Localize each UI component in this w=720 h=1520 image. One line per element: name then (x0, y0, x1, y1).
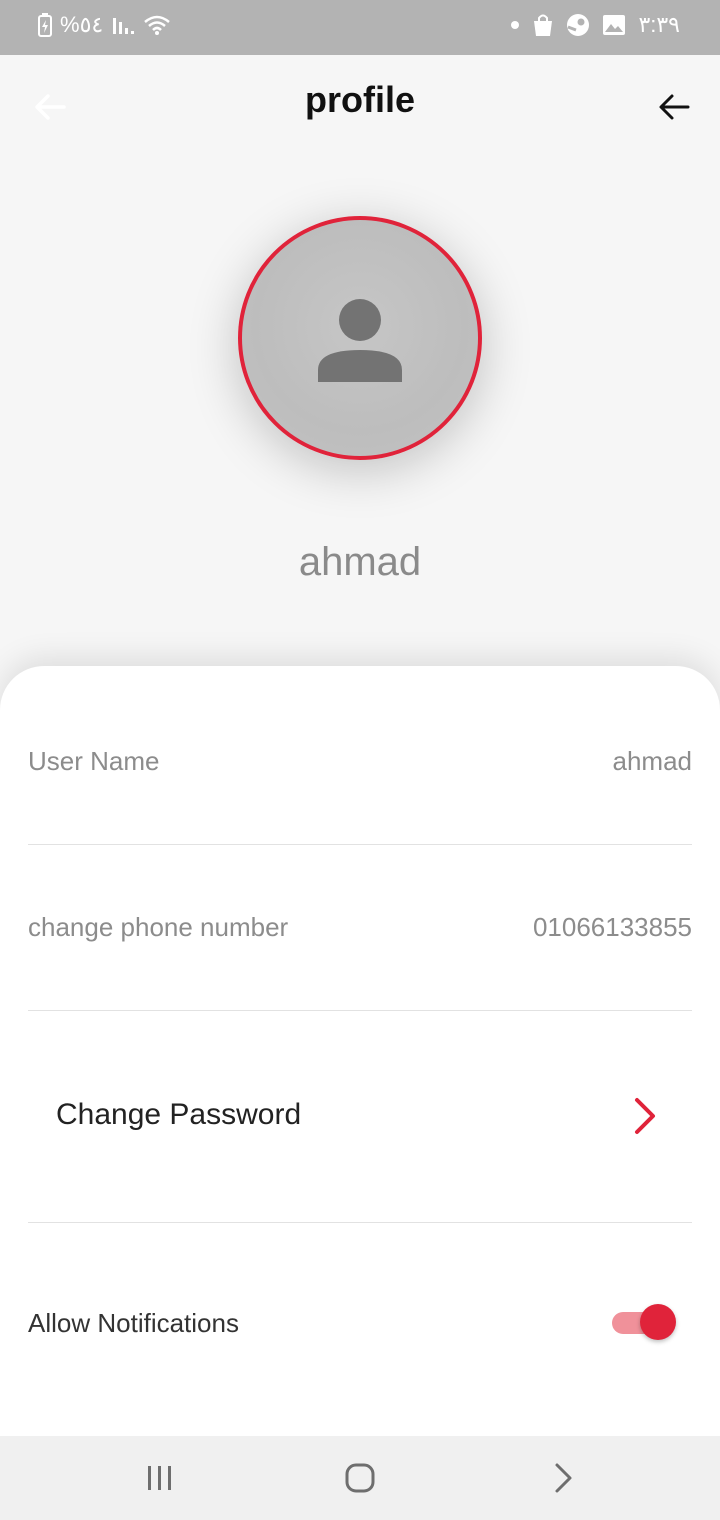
wifi-icon (144, 15, 171, 35)
status-left: %٥٤ (38, 12, 171, 38)
phone-label[interactable]: change phone number (28, 912, 288, 943)
phone-value: 01066133855 (532, 912, 692, 942)
status-right: ٣:٣٩ (510, 12, 680, 38)
app-header: profile (0, 55, 720, 155)
status-bar: %٥٤ ٣:٣٩ (0, 0, 720, 55)
system-nav-bar (0, 1436, 720, 1520)
shopping-bag-icon (534, 14, 553, 36)
profile-display-name: ahmad (298, 540, 422, 584)
username-row: User Name ahmad (28, 746, 692, 786)
avatar-container[interactable] (238, 216, 482, 460)
page-title: profile (304, 79, 415, 120)
profile-details-card: User Name ahmad change phone number 0106… (0, 666, 720, 1436)
image-icon (603, 15, 626, 35)
divider (28, 1010, 692, 1011)
toggle-knob[interactable] (640, 1304, 676, 1340)
battery-percent: %٥٤ (60, 12, 104, 37)
phone-row[interactable]: change phone number 01066133855 (28, 912, 692, 952)
recents-icon[interactable] (140, 1458, 180, 1498)
divider (28, 1222, 692, 1223)
home-icon[interactable] (340, 1458, 380, 1498)
back-chevron-icon[interactable] (544, 1458, 584, 1498)
person-icon (318, 299, 402, 382)
username-value: ahmad (612, 746, 693, 776)
clock: ٣:٣٩ (638, 12, 680, 37)
notifications-toggle[interactable] (612, 1302, 676, 1342)
steam-icon (567, 14, 590, 36)
back-button[interactable] (654, 87, 694, 127)
change-password-row[interactable]: Change Password (0, 1046, 720, 1186)
chevron-right-icon[interactable] (632, 1096, 658, 1136)
notifications-label: Allow Notifications (28, 1308, 239, 1338)
avatar[interactable] (238, 216, 482, 460)
change-password-label[interactable]: Change Password (56, 1098, 301, 1132)
username-label: User Name (28, 746, 160, 776)
dot-icon (511, 21, 520, 29)
divider (28, 844, 692, 845)
battery-icon (38, 13, 52, 37)
signal-icon (113, 18, 135, 34)
